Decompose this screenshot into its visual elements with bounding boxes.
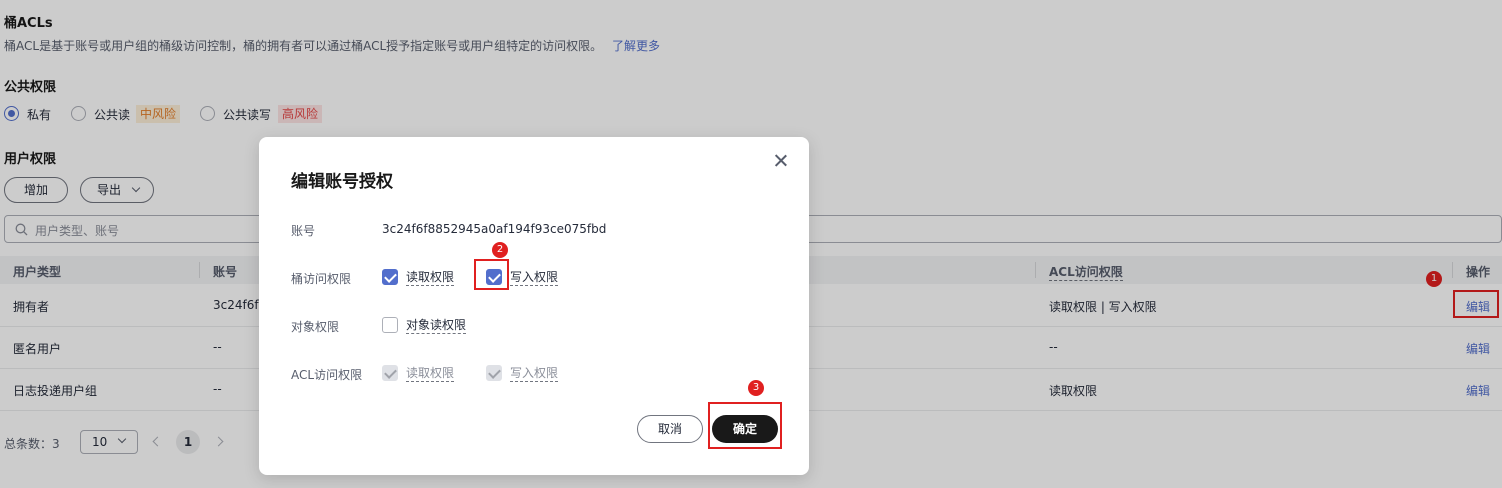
- acl-read-checkbox: [382, 365, 398, 381]
- acl-read-label: 读取权限: [406, 366, 455, 382]
- object-permission-label: 对象权限: [291, 320, 340, 334]
- page: 桶ACLs 桶ACL是基于账号或用户组的桶级访问控制，桶的拥有者可以通过桶ACL…: [0, 0, 1502, 488]
- dialog-title: 编辑账号授权: [291, 172, 393, 192]
- highlight-box-confirm: [708, 402, 782, 449]
- edit-account-dialog: 编辑账号授权 账号 3c24f6f8852945a0af194f93ce075f…: [259, 137, 809, 475]
- object-read-label: 对象读权限: [406, 318, 467, 334]
- account-label: 账号: [291, 224, 316, 238]
- close-icon[interactable]: [773, 153, 789, 169]
- object-read-checkbox[interactable]: [382, 317, 398, 333]
- bucket-read-label: 读取权限: [406, 270, 455, 286]
- bucket-access-label: 桶访问权限: [291, 272, 352, 286]
- acl-access-label: ACL访问权限: [291, 368, 363, 382]
- step-badge-2: 2: [492, 242, 508, 258]
- acl-write-checkbox: [486, 365, 502, 381]
- highlight-box-write: [474, 259, 509, 290]
- account-value: 3c24f6f8852945a0af194f93ce075fbd: [382, 222, 607, 236]
- step-badge-3: 3: [748, 380, 764, 396]
- bucket-read-checkbox[interactable]: [382, 269, 398, 285]
- bucket-write-label: 写入权限: [510, 270, 559, 286]
- acl-write-label: 写入权限: [510, 366, 559, 382]
- cancel-button[interactable]: 取消: [637, 415, 703, 443]
